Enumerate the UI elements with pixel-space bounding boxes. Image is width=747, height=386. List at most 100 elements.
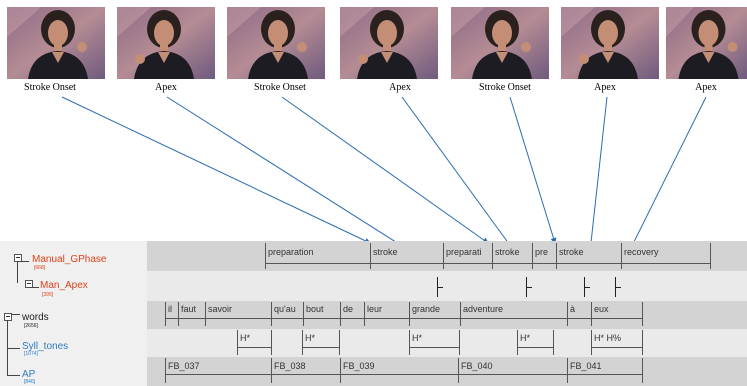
segment-boundary — [553, 330, 554, 355]
segment-syll-tones[interactable]: H* H% — [591, 333, 621, 343]
segment-syll-tones[interactable]: H* — [237, 333, 250, 343]
tier-row-ap — [147, 357, 747, 386]
segment-boundary — [271, 358, 272, 383]
tree-line — [17, 261, 29, 262]
frame-caption-4: Apex — [389, 82, 411, 93]
segment-manual-gphase[interactable]: stroke — [492, 247, 520, 257]
segment-boundary — [591, 302, 592, 326]
segment-manual-gphase[interactable]: stroke — [556, 247, 584, 257]
frame-caption-2: Apex — [155, 82, 177, 93]
segment-boundary — [642, 302, 643, 326]
segment-ap[interactable]: FB_040 — [458, 361, 493, 371]
segment-boundary — [340, 358, 341, 383]
tier-row-man-apex — [147, 271, 747, 301]
segment-boundary — [205, 302, 206, 326]
frame-caption-6: Apex — [594, 82, 616, 93]
segment-boundary — [265, 243, 266, 269]
frame-caption-1: Stroke Onset — [24, 82, 76, 93]
segment-words[interactable]: à — [567, 304, 575, 314]
segment-manual-gphase[interactable]: stroke — [370, 247, 398, 257]
segment-words[interactable]: bout — [303, 304, 324, 314]
segment-manual-gphase[interactable]: preparati — [443, 247, 482, 257]
segment-boundary — [567, 358, 568, 383]
annotation-arrow-5 — [509, 96, 557, 244]
tier-name-words[interactable]: words — [22, 312, 49, 323]
segment-boundary — [370, 243, 371, 269]
segment-syll-tones[interactable]: H* — [517, 333, 530, 343]
segment-boundary — [339, 330, 340, 355]
tree-line — [29, 287, 39, 288]
tier-count-syll-tones: [1074] — [24, 351, 38, 357]
segment-span-line — [517, 347, 553, 348]
tier-count-manual-gphase: [668] — [34, 265, 46, 271]
tier-count-man-apex: [395] — [42, 292, 54, 298]
segment-span-line — [591, 347, 642, 348]
segment-boundary — [409, 302, 410, 326]
segment-ap[interactable]: FB_039 — [340, 361, 375, 371]
segment-boundary — [271, 302, 272, 326]
apex-point-tail — [584, 287, 590, 288]
segment-boundary — [443, 243, 444, 269]
tier-count-words: [2656] — [24, 323, 38, 329]
segment-words[interactable]: savoir — [205, 304, 232, 314]
tier-count-ap: [846] — [24, 379, 36, 385]
segment-words[interactable]: il — [165, 304, 172, 314]
tier-name-man-apex[interactable]: Man_Apex — [40, 280, 88, 291]
segment-boundary — [459, 330, 460, 355]
segment-boundary — [621, 243, 622, 269]
segment-words[interactable]: faut — [178, 304, 196, 314]
segment-words[interactable]: qu'au — [271, 304, 296, 314]
segment-span-line — [237, 347, 271, 348]
segment-boundary — [271, 330, 272, 355]
segment-span-line — [302, 347, 339, 348]
segment-boundary — [642, 330, 643, 355]
frame-caption-5: Stroke Onset — [479, 82, 531, 93]
segment-boundary — [364, 302, 365, 326]
segment-boundary — [165, 358, 166, 383]
tier-row-words — [147, 301, 747, 329]
segment-manual-gphase[interactable]: pre — [532, 247, 548, 257]
segment-boundary — [591, 330, 592, 355]
annotation-tier-panel: Manual_GPhase [668] Man_Apex [395] words [265… — [0, 241, 747, 386]
segment-boundary — [642, 358, 643, 383]
annotation-arrow-3 — [281, 96, 489, 244]
segment-boundary — [532, 243, 533, 269]
segment-boundary — [492, 243, 493, 269]
segment-boundary — [517, 330, 518, 355]
apex-point-tail — [437, 287, 443, 288]
frame-caption-3: Stroke Onset — [254, 82, 306, 93]
segment-boundary — [340, 302, 341, 326]
segment-boundary — [178, 302, 179, 326]
segment-words[interactable]: grande — [409, 304, 440, 314]
segment-ap[interactable]: FB_041 — [567, 361, 602, 371]
apex-point-tail — [615, 287, 621, 288]
segment-ap[interactable]: FB_037 — [165, 361, 200, 371]
segment-syll-tones[interactable]: H* — [302, 333, 315, 343]
segment-boundary — [567, 302, 568, 326]
segment-boundary — [460, 302, 461, 326]
tree-line — [7, 348, 20, 349]
segment-words[interactable]: adventure — [460, 304, 503, 314]
segment-words[interactable]: eux — [591, 304, 609, 314]
apex-point-tail — [526, 287, 532, 288]
expander-words[interactable] — [4, 313, 12, 321]
segment-ap[interactable]: FB_038 — [271, 361, 306, 371]
segment-boundary — [165, 302, 166, 326]
segment-boundary — [556, 243, 557, 269]
segment-syll-tones[interactable]: H* — [409, 333, 422, 343]
segment-words[interactable]: de — [340, 304, 353, 314]
segment-boundary — [710, 243, 711, 269]
segment-boundary — [303, 302, 304, 326]
tier-label-column: Manual_GPhase [668] Man_Apex [395] words [265… — [0, 241, 147, 386]
segment-manual-gphase[interactable]: recovery — [621, 247, 659, 257]
segment-boundary — [237, 330, 238, 355]
segment-manual-gphase[interactable]: preparation — [265, 247, 314, 257]
tree-line — [12, 314, 20, 315]
segment-span-line — [409, 347, 459, 348]
segment-boundary — [458, 358, 459, 383]
segment-words[interactable]: leur — [364, 304, 382, 314]
frame-caption-7: Apex — [695, 82, 717, 93]
segment-span-line — [165, 318, 642, 319]
segment-span-line — [165, 374, 642, 375]
tier-name-manual-gphase[interactable]: Manual_GPhase — [32, 254, 107, 265]
